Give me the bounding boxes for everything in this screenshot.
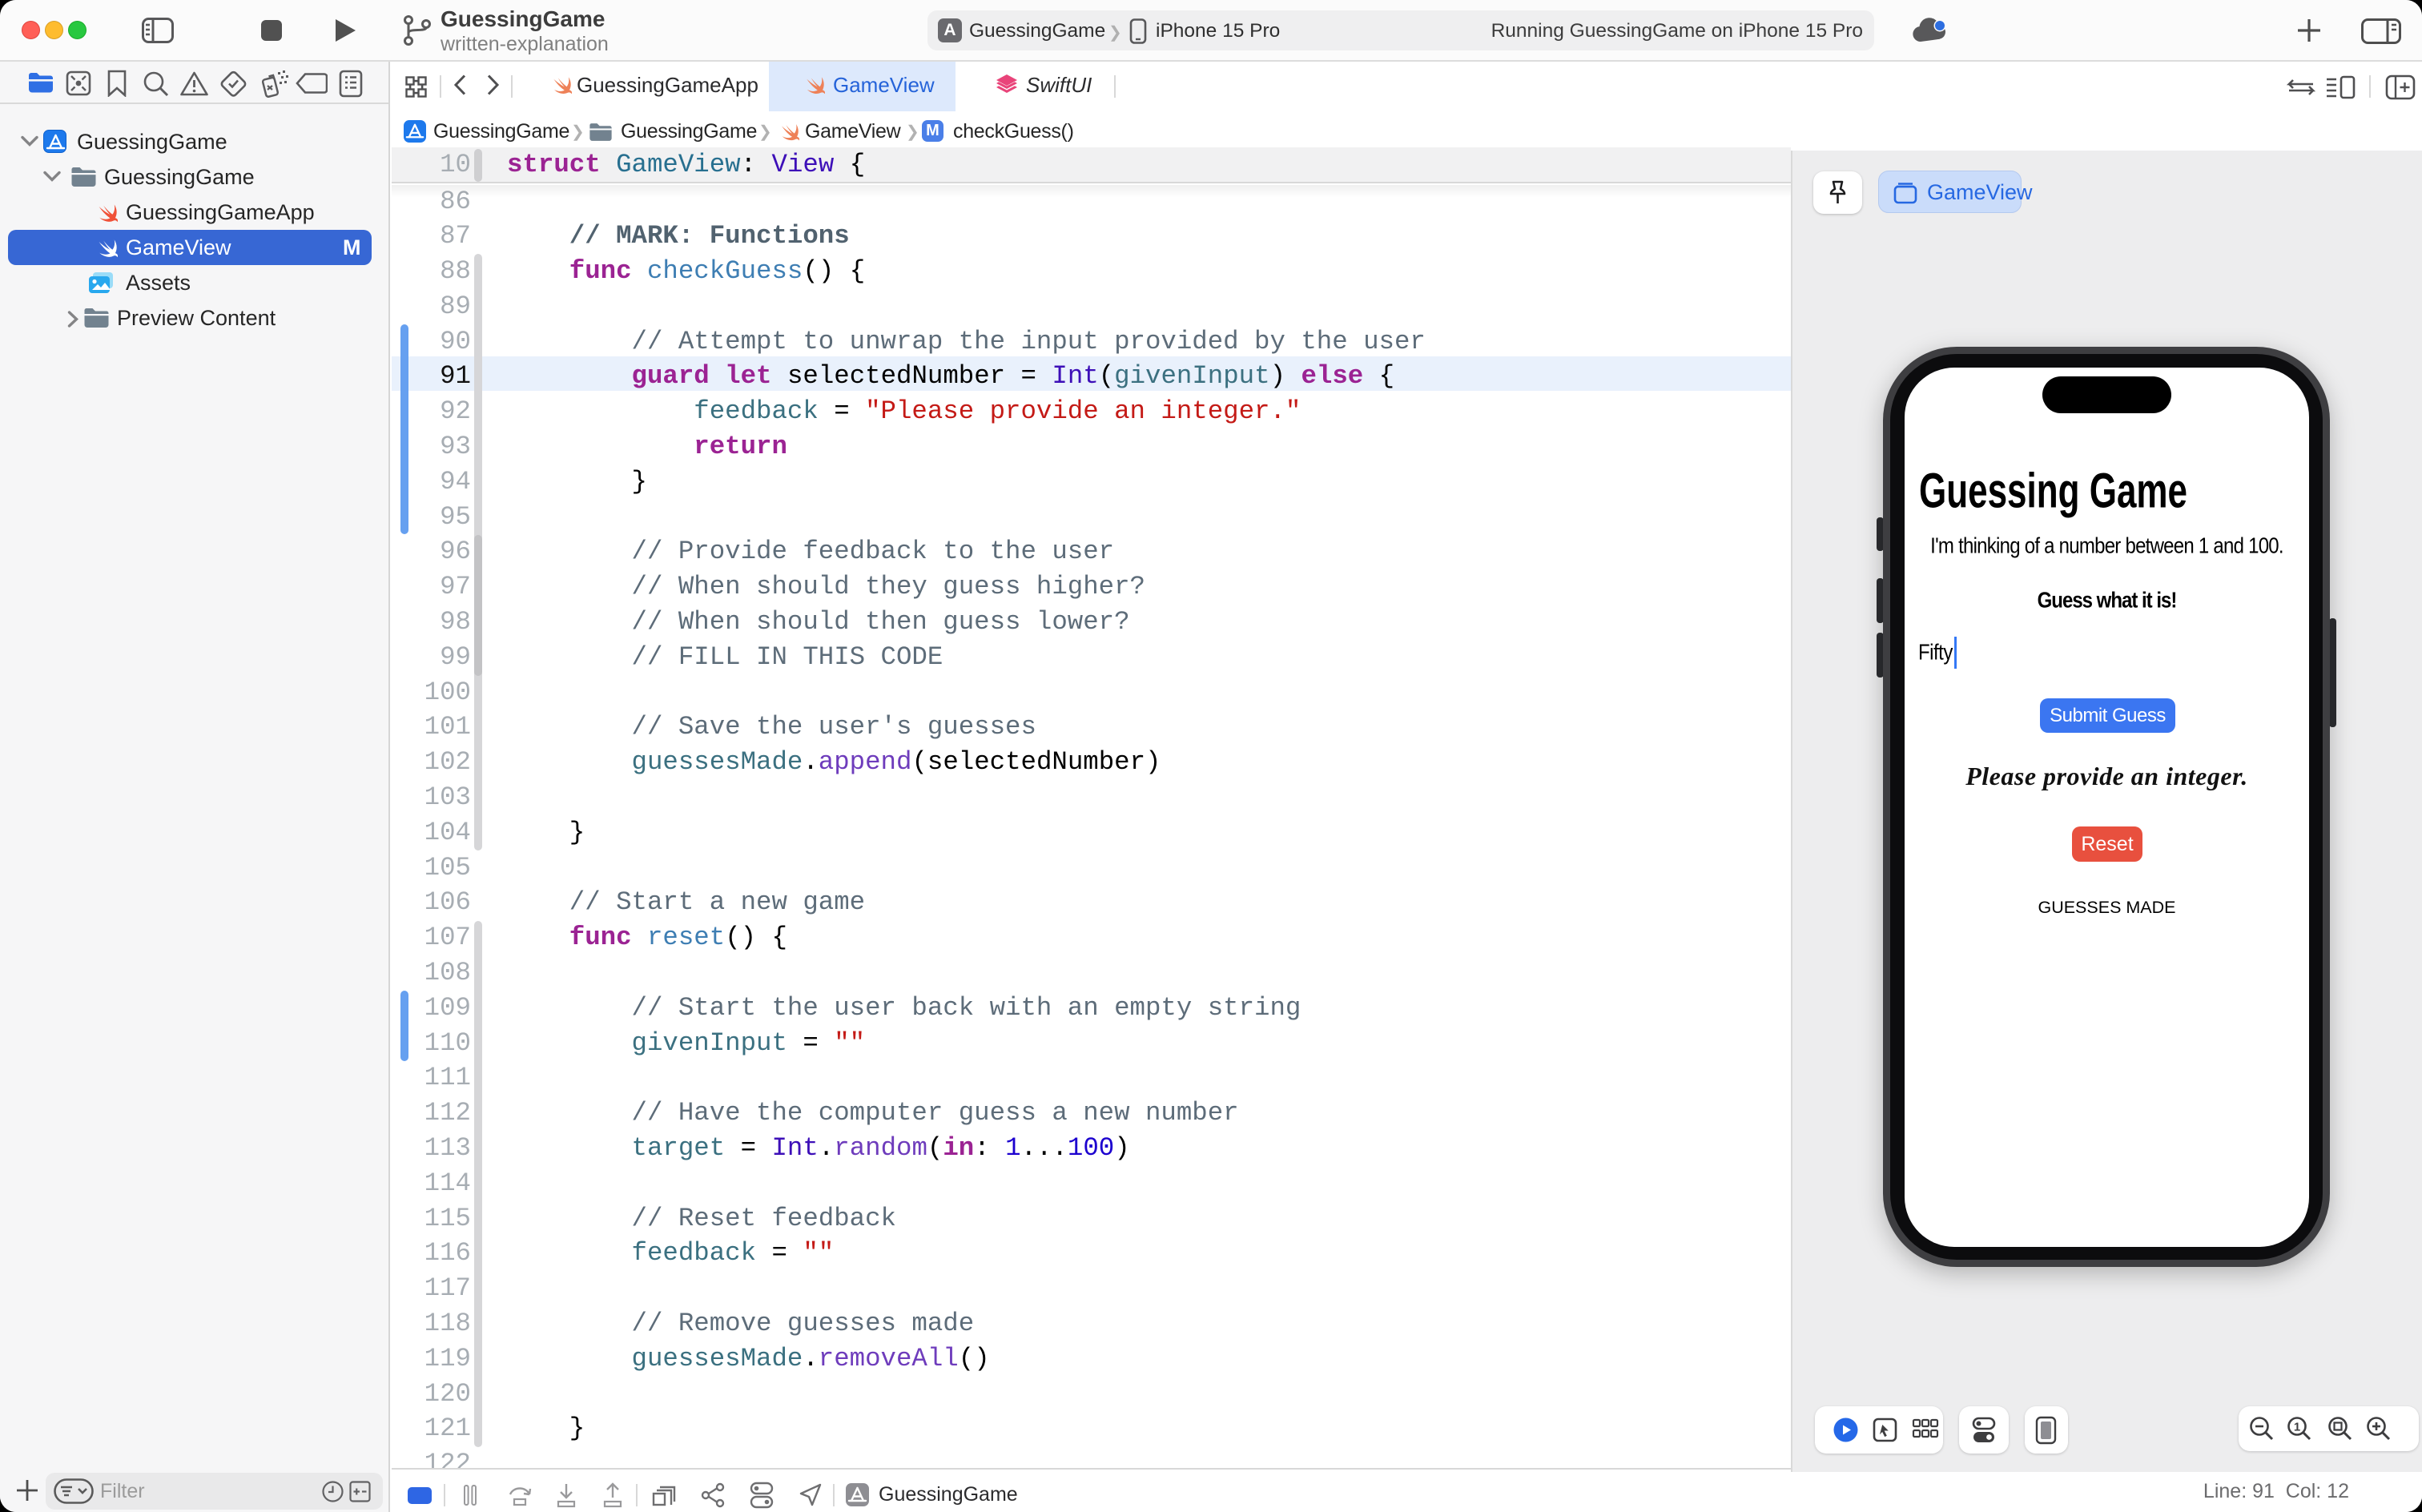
- svg-text:1: 1: [2294, 1421, 2300, 1434]
